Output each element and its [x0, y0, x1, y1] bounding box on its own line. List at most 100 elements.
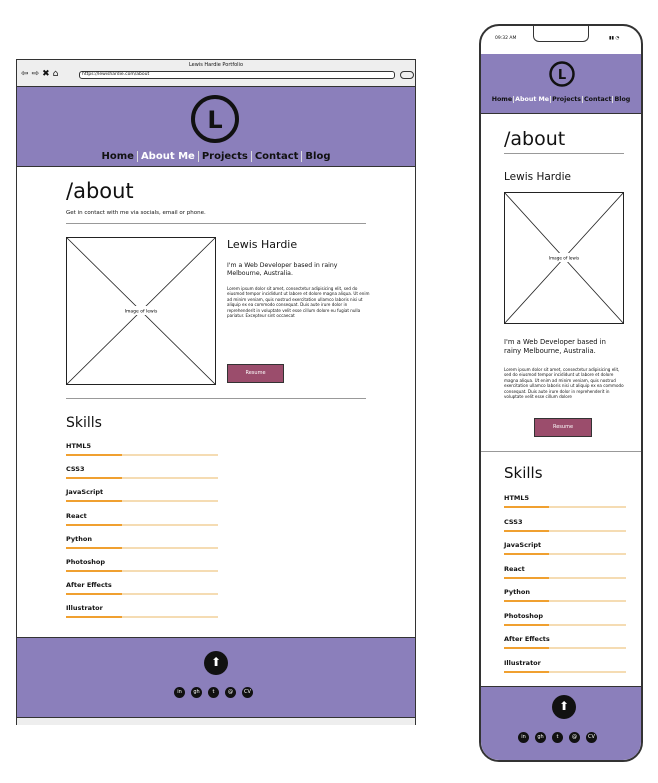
- skill-row: HTML5: [504, 494, 626, 508]
- skill-row: CSS3: [66, 465, 218, 480]
- skill-row: React: [66, 512, 218, 526]
- social-links: in gh t @ CV: [518, 732, 597, 743]
- divider: [66, 398, 366, 399]
- skill-bar: [504, 600, 626, 602]
- arrow-up-icon[interactable]: ⬆: [204, 651, 228, 675]
- logo-icon[interactable]: L: [189, 93, 241, 145]
- skill-row: Python: [504, 588, 626, 602]
- nav-contact[interactable]: Contact: [253, 151, 301, 162]
- site-footer: ⬆ in gh t @ CV: [17, 637, 415, 717]
- skill-row: React: [504, 565, 626, 579]
- back-icon[interactable]: ⇦: [21, 70, 29, 79]
- nav-projects[interactable]: Projects: [200, 151, 250, 162]
- skill-label: CSS3: [504, 517, 523, 526]
- close-icon[interactable]: ✖: [42, 70, 50, 79]
- profile-image-placeholder: Image of lewis: [504, 192, 624, 324]
- about-section: /about Get in contact with me via social…: [17, 167, 415, 637]
- profile-bio: Lorem ipsum dolor sit amet, consectetur …: [227, 286, 370, 319]
- skill-bar-fill: [66, 616, 123, 619]
- logo-icon[interactable]: L: [548, 60, 576, 88]
- skill-row: Python: [66, 535, 218, 549]
- skill-label: Python: [66, 534, 92, 543]
- browser-chrome: Lewis Hardie Portfolio ⇦ ⇨ ✖ ⌂ https://l…: [17, 60, 415, 87]
- skill-label: JavaScript: [504, 541, 542, 549]
- skill-label: JavaScript: [66, 488, 104, 497]
- skill-row: Illustrator: [504, 659, 626, 673]
- profile-name: Lewis Hardie: [504, 171, 571, 183]
- skill-label: HTML5: [66, 442, 92, 450]
- skill-bar-fill: [504, 623, 550, 626]
- skill-bar-fill: [66, 454, 123, 456]
- mobile-header: L Home About Me Projects Contact Blog: [481, 54, 641, 114]
- cv-icon[interactable]: CV: [586, 732, 597, 743]
- twitter-icon[interactable]: t: [552, 732, 563, 743]
- forward-icon[interactable]: ⇨: [32, 70, 40, 79]
- skill-bar-fill: [66, 593, 123, 596]
- profile-image-placeholder: Image of lewis: [66, 237, 216, 385]
- page-title: /about: [66, 179, 134, 203]
- search-button[interactable]: [400, 71, 414, 79]
- divider: [504, 153, 624, 154]
- skill-bar: [66, 616, 218, 619]
- nav-about[interactable]: About Me: [515, 96, 549, 103]
- nav-blog[interactable]: Blog: [303, 151, 332, 162]
- image-label: Image of lewis: [125, 309, 158, 315]
- skill-bar: [66, 454, 218, 456]
- skill-bar: [504, 506, 626, 508]
- signal-battery-icon: ▮▮ ◔: [609, 36, 620, 41]
- nav-blog[interactable]: Blog: [614, 96, 630, 103]
- skill-bar: [66, 477, 218, 480]
- skill-bar: [504, 529, 626, 532]
- logo-letter: L: [207, 106, 222, 134]
- skill-row: Illustrator: [66, 604, 218, 619]
- skill-bar: [66, 593, 218, 596]
- github-icon[interactable]: gh: [191, 687, 202, 698]
- resume-button[interactable]: Resume: [534, 418, 592, 437]
- twitter-icon[interactable]: t: [208, 687, 219, 698]
- skill-bar-fill: [66, 500, 123, 503]
- browser-status-bar: [17, 717, 415, 725]
- skill-bar: [66, 570, 218, 572]
- logo-letter: L: [558, 68, 566, 83]
- skill-bar: [66, 500, 218, 503]
- skill-bar-fill: [504, 600, 550, 602]
- skill-bar: [504, 670, 626, 673]
- nav-contact[interactable]: Contact: [584, 96, 611, 103]
- email-icon[interactable]: @: [225, 687, 236, 698]
- linkedin-icon[interactable]: in: [174, 687, 185, 698]
- cv-icon[interactable]: CV: [242, 687, 253, 698]
- desktop-browser-window: Lewis Hardie Portfolio ⇦ ⇨ ✖ ⌂ https://l…: [16, 59, 416, 725]
- nav-home[interactable]: Home: [99, 151, 135, 162]
- nav-about[interactable]: About Me: [139, 151, 197, 162]
- linkedin-icon[interactable]: in: [518, 732, 529, 743]
- resume-button[interactable]: Resume: [227, 364, 284, 383]
- profile-intro: I'm a Web Developer based in rainy Melbo…: [227, 262, 338, 277]
- window-title: Lewis Hardie Portfolio: [188, 62, 244, 68]
- address-bar[interactable]: https://lewishardie.com/about: [79, 71, 395, 79]
- skill-bar: [66, 523, 218, 526]
- github-icon[interactable]: gh: [535, 732, 546, 743]
- social-links: in gh t @ CV: [174, 687, 253, 698]
- skill-label: After Effects: [504, 635, 550, 643]
- email-icon[interactable]: @: [569, 732, 580, 743]
- page-title: /about: [504, 128, 566, 150]
- nav-projects[interactable]: Projects: [552, 96, 581, 103]
- skill-bar-fill: [504, 670, 550, 673]
- arrow-up-icon[interactable]: ⬆: [552, 695, 576, 719]
- site-header: L Home About Me Projects Contact Blog: [17, 87, 415, 167]
- skill-label: After Effects: [66, 581, 112, 590]
- home-icon[interactable]: ⌂: [53, 70, 59, 79]
- skill-row: After Effects: [504, 635, 626, 649]
- skill-label: Photoshop: [504, 611, 544, 620]
- skill-label: Photoshop: [66, 558, 106, 566]
- skill-label: React: [66, 511, 87, 520]
- profile-intro: I'm a Web Developer based in rainy Melbo…: [504, 338, 606, 355]
- divider: [481, 451, 641, 452]
- skill-bar-fill: [66, 523, 123, 526]
- profile-name: Lewis Hardie: [227, 238, 298, 251]
- skills-title: Skills: [66, 415, 102, 431]
- nav-home[interactable]: Home: [492, 96, 512, 103]
- skill-row: JavaScript: [66, 488, 218, 503]
- skill-bar: [504, 623, 626, 626]
- mobile-footer: ⬆ in gh t @ CV: [481, 686, 641, 760]
